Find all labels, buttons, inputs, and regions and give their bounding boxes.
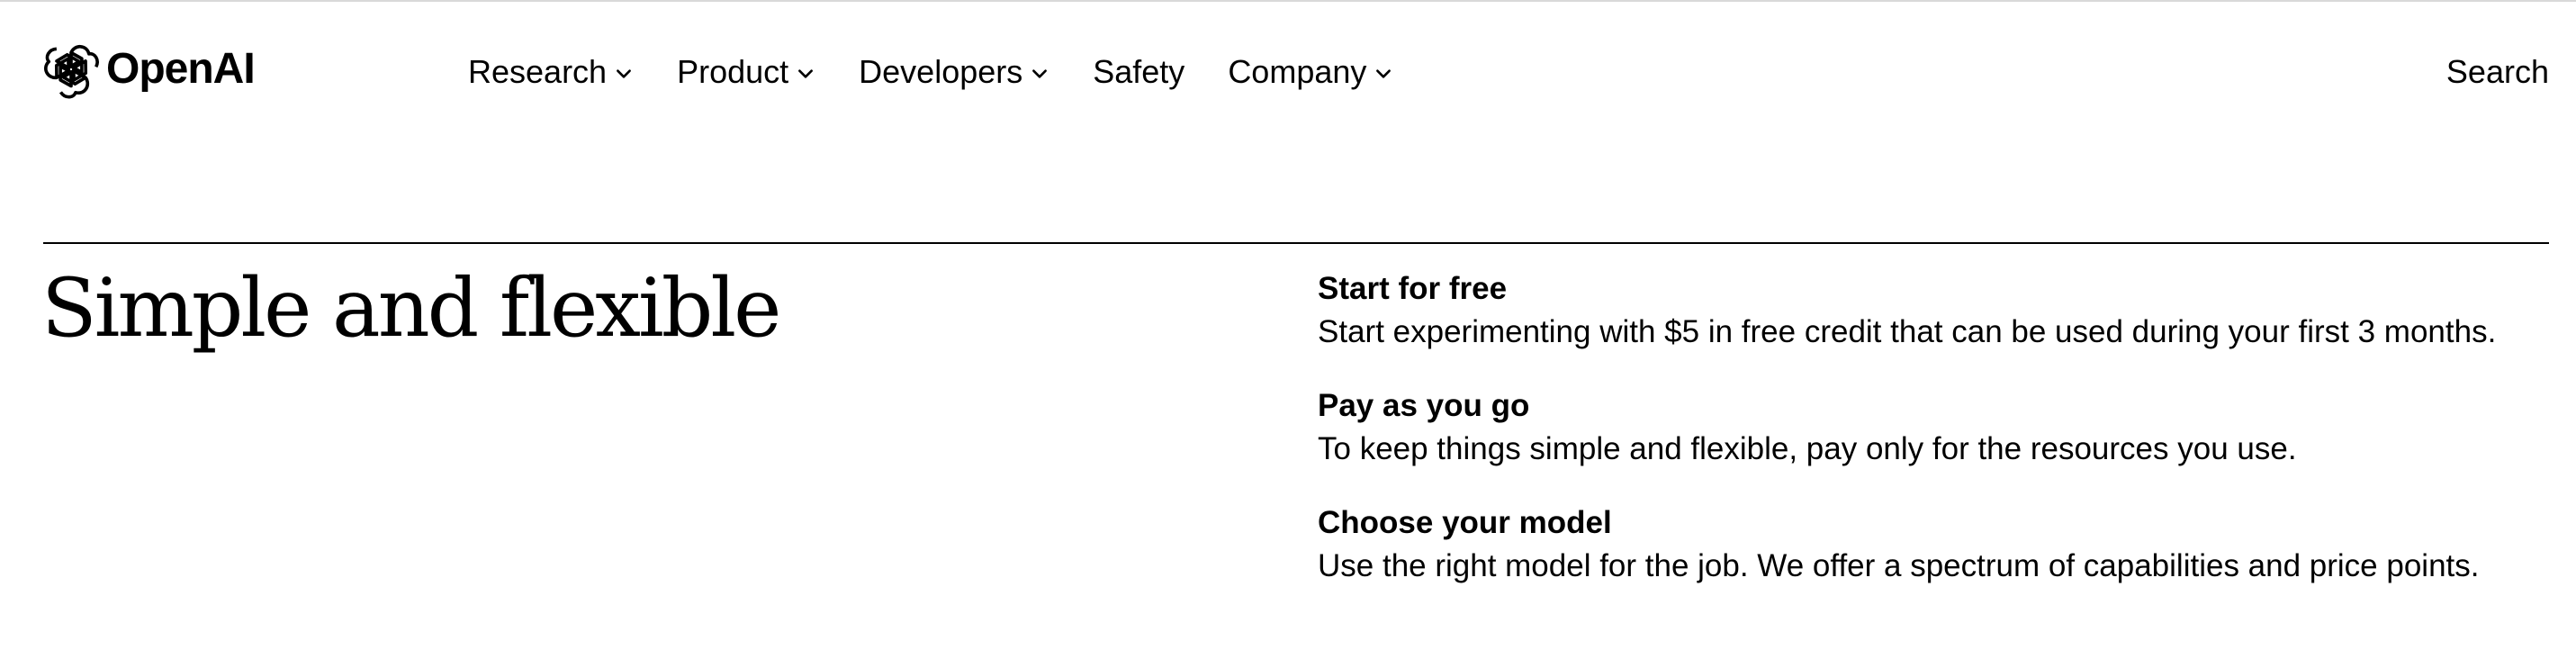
feature-title: Start for free bbox=[1318, 271, 1508, 306]
brand-name: OpenAI bbox=[106, 45, 256, 93]
feature-title: Choose your model bbox=[1318, 505, 1612, 540]
feature-description: To keep things simple and flexible, pay … bbox=[1318, 431, 2297, 466]
openai-logo-link[interactable]: OpenAI bbox=[41, 40, 256, 99]
nav-item-label: Developers bbox=[859, 53, 1023, 90]
feature-description: Start experimenting with $5 in free cred… bbox=[1318, 314, 2497, 349]
main-nav: Research Product Developers Safety Compa… bbox=[468, 50, 1437, 94]
feature-title: Pay as you go bbox=[1318, 388, 1530, 423]
openai-blossom-icon bbox=[44, 44, 99, 99]
feature-item-pay-as-you-go: Pay as you go To keep things simple and … bbox=[1318, 385, 2560, 472]
nav-item-developers[interactable]: Developers bbox=[859, 50, 1049, 94]
feature-item-choose-your-model: Choose your model Use the right model fo… bbox=[1318, 502, 2560, 589]
chevron-down-icon bbox=[617, 69, 631, 78]
nav-item-product[interactable]: Product bbox=[677, 50, 815, 94]
chevron-down-icon bbox=[1376, 69, 1392, 78]
nav-item-research[interactable]: Research bbox=[468, 50, 634, 94]
nav-item-company[interactable]: Company bbox=[1228, 50, 1393, 94]
chevron-down-icon bbox=[1032, 69, 1048, 78]
nav-item-safety[interactable]: Safety bbox=[1093, 50, 1184, 94]
nav-item-label: Company bbox=[1228, 53, 1367, 90]
section-divider bbox=[43, 242, 2549, 244]
nav-item-label: Research bbox=[468, 53, 608, 90]
search-button[interactable]: Search bbox=[2446, 50, 2549, 94]
top-border bbox=[0, 0, 2576, 2]
chevron-down-icon bbox=[798, 69, 814, 78]
nav-item-label: Product bbox=[677, 53, 789, 90]
section-title: Simple and flexible bbox=[41, 261, 781, 356]
feature-description: Use the right model for the job. We offe… bbox=[1318, 548, 2480, 583]
nav-item-label: Safety bbox=[1093, 53, 1185, 90]
feature-list: Start for free Start experimenting with … bbox=[1318, 268, 2560, 619]
feature-item-start-for-free: Start for free Start experimenting with … bbox=[1318, 268, 2560, 355]
